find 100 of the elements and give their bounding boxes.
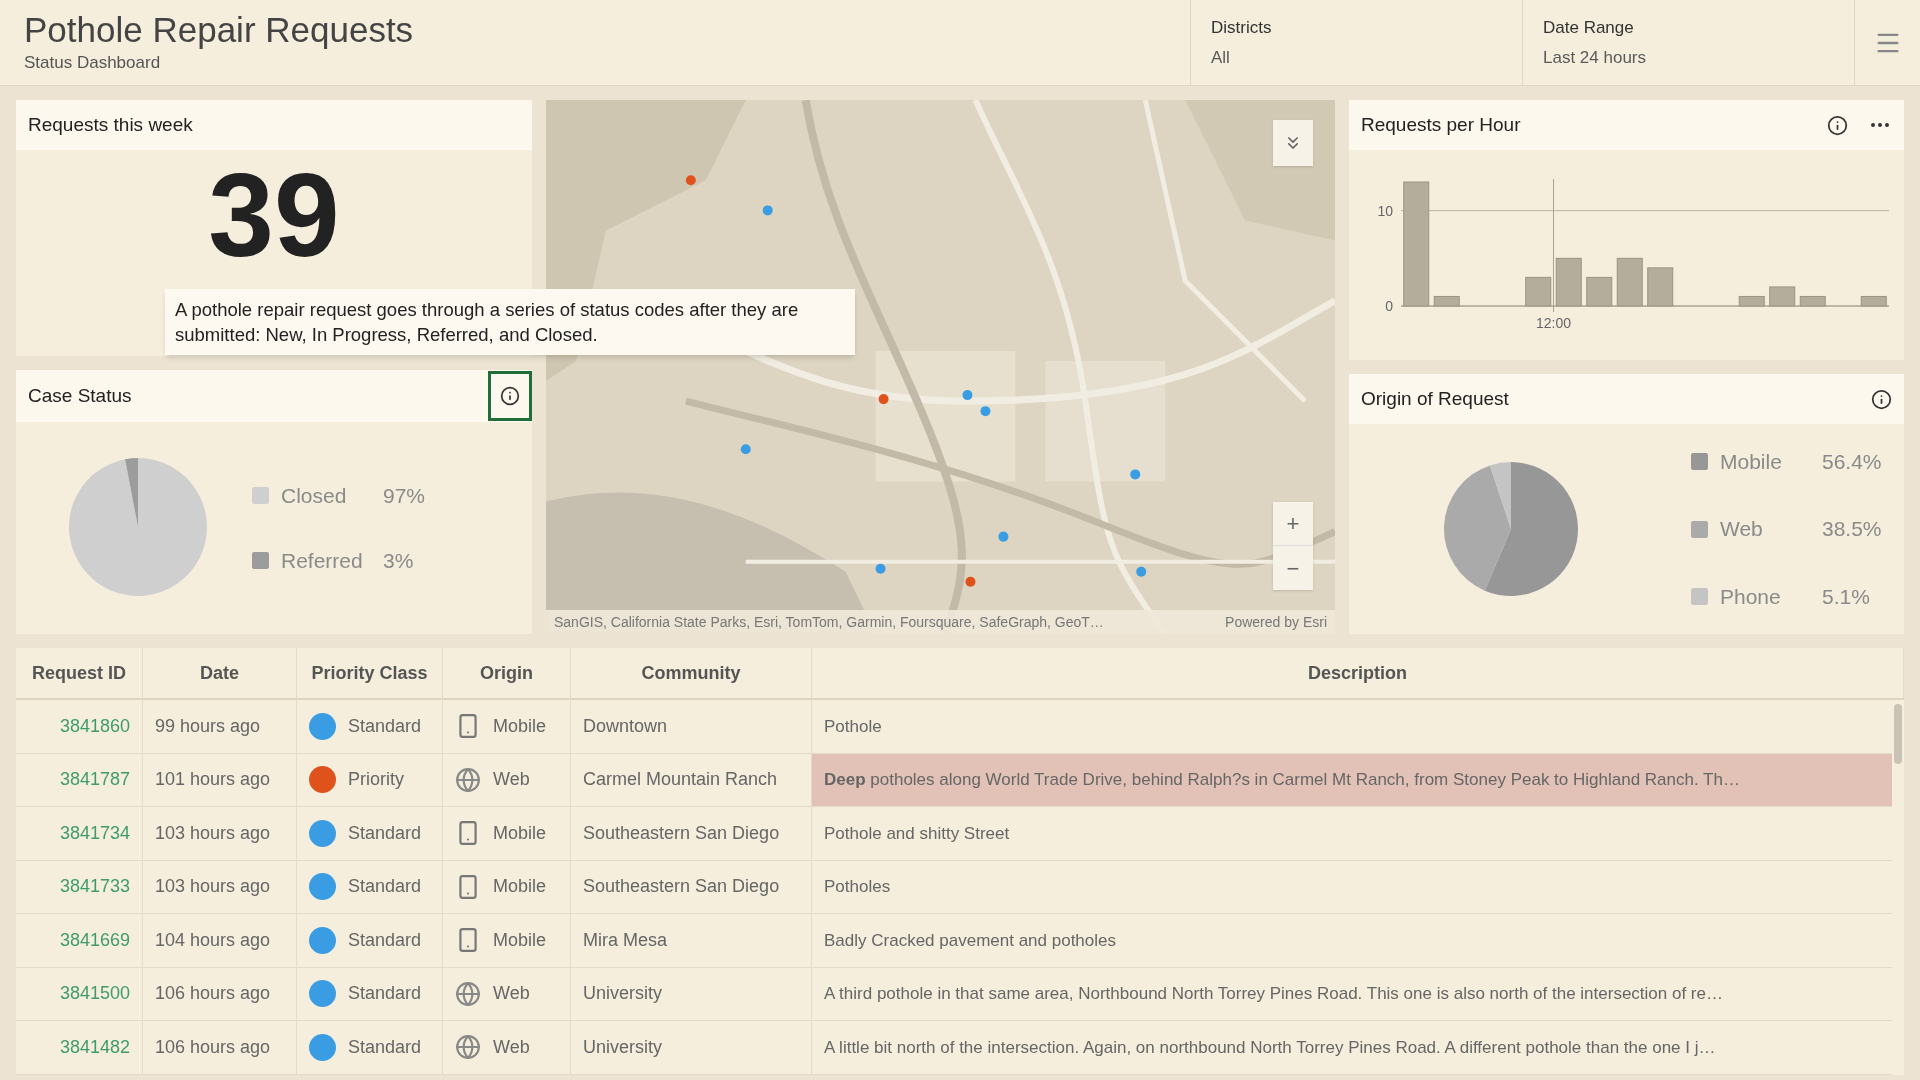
legend-swatch <box>252 552 269 570</box>
table-row[interactable]: 3841734 103 hours ago Standard Mobile Southeastern San Diego Pothole and shitty Street <box>16 807 1892 861</box>
globe-icon <box>455 766 481 793</box>
info-icon[interactable] <box>1827 114 1848 136</box>
card-title: Requests per Hour <box>1361 112 1522 137</box>
card-title: Case Status <box>28 383 133 408</box>
table-cell[interactable]: 3841669 <box>16 914 143 967</box>
table-cell: 106 hours ago <box>143 967 297 1020</box>
card-title: Requests this week <box>28 112 194 137</box>
table-cell-text: Pothole <box>824 715 882 738</box>
column-header[interactable]: Priority Class <box>297 648 443 698</box>
table-row[interactable]: 3841482 106 hours ago Standard Web University A little bit north of the intersection. Again, on northbound North Torrey Pines Road. A different pothole than the one I j… <box>16 1021 1892 1075</box>
table-cell: University <box>571 1021 812 1074</box>
table-cell: Downtown <box>571 700 812 753</box>
legend-label: Closed <box>281 482 348 509</box>
table-cell-text: Standard <box>348 821 422 845</box>
table-row[interactable]: 3841500 106 hours ago Standard Web University A third pothole in that same area, Northbound North Torrey Pines Road. This one is also north of the intersection of re… <box>16 967 1892 1021</box>
table-cell-text: Web <box>493 1035 530 1059</box>
expand-button[interactable] <box>1273 120 1313 166</box>
powered-by-link[interactable]: Powered by Esri <box>1225 611 1327 633</box>
legend-label: Mobile <box>1720 448 1783 475</box>
dashboard-subtitle: Status Dashboard <box>24 51 162 74</box>
table-cell[interactable]: 3841733 <box>16 860 143 913</box>
table-cell-text: Mobile <box>493 875 547 899</box>
column-header[interactable]: Request ID <box>16 648 143 698</box>
chart-bar <box>1738 295 1765 307</box>
chart-bar <box>1525 276 1552 307</box>
table-cell[interactable]: 3841787 <box>16 753 143 806</box>
legend-label: Referred <box>281 548 364 574</box>
table-cell[interactable]: 3841860 <box>16 700 143 753</box>
table-cell-text: Badly Cracked pavement and potholes <box>824 929 1116 952</box>
table-cell-text: Deep potholes along World Trade Drive, behind Ralph?s in Carmel Mt Ranch, from Stoney Peak to Highland Ranch. Th… <box>824 769 1740 791</box>
table-cell: 104 hours ago <box>143 914 297 967</box>
info-icon[interactable] <box>1871 388 1892 410</box>
legend-swatch <box>1691 588 1708 605</box>
chart-bar <box>1769 286 1796 307</box>
legend-swatch <box>252 486 269 504</box>
info-button[interactable] <box>488 371 532 421</box>
axis-tick-label: 10 <box>1377 202 1393 219</box>
table-cell-text: Mobile <box>493 714 547 738</box>
table-cell-text: Mobile <box>493 928 547 952</box>
table-cell[interactable]: 3841734 <box>16 807 143 860</box>
zoom-in-button[interactable]: + <box>1273 502 1313 546</box>
legend-value: 56.4% <box>1822 448 1882 475</box>
tooltip: A pothole repair request goes through a series of status codes after they are submitted: New, In Progress, Referred, and Closed. <box>165 289 855 355</box>
table-cell-text: A little bit north of the intersection. Again, on northbound North Torrey Pines Road. A different pothole than the one I j… <box>824 1036 1716 1059</box>
table-cell-text: Standard <box>348 1035 422 1059</box>
table-cell-text: Standard <box>348 928 422 952</box>
legend-value: 97% <box>383 482 426 509</box>
card-title: Origin of Request <box>1361 386 1510 411</box>
chart-bar <box>1586 276 1613 307</box>
legend-swatch <box>1691 453 1708 470</box>
table-row[interactable]: 3841860 99 hours ago Standard Mobile Downtown Pothole <box>16 700 1892 754</box>
info-icon <box>500 386 520 406</box>
table-row[interactable]: 3841669 104 hours ago Standard Mobile Mira Mesa Badly Cracked pavement and potholes <box>16 914 1892 968</box>
table-row[interactable]: 3841733 103 hours ago Standard Mobile Southeastern San Diego Potholes <box>16 860 1892 914</box>
table-cell[interactable]: 3841500 <box>16 967 143 1020</box>
table-cell-text: Standard <box>348 714 422 738</box>
legend-swatch <box>1691 520 1708 538</box>
column-header[interactable]: Origin <box>443 648 571 698</box>
scrollbar[interactable] <box>1894 704 1902 764</box>
chart-bar <box>1799 295 1826 307</box>
table-cell: 103 hours ago <box>143 807 297 860</box>
legend-value: 3% <box>383 548 414 574</box>
legend-value: 38.5% <box>1822 516 1882 543</box>
table-cell: 103 hours ago <box>143 860 297 913</box>
table-cell-text: Pothole and shitty Street <box>824 822 1010 845</box>
table-cell-text: Mobile <box>493 821 547 845</box>
table-cell-text: Potholes <box>824 876 891 898</box>
table-cell: Mira Mesa <box>571 914 812 967</box>
table-cell-text: A third pothole in that same area, Northbound North Torrey Pines Road. This one is also north of the intersection of re… <box>824 983 1723 1005</box>
map-attribution: SanGIS, California State Parks, Esri, TomTom, Garmin, Foursquare, SafeGraph, GeoT… <box>554 612 1105 632</box>
table-cell: 106 hours ago <box>143 1021 297 1074</box>
table-cell: Southeastern San Diego <box>571 807 812 860</box>
table-cell-text: Web <box>493 982 530 1006</box>
column-header[interactable]: Description <box>812 648 1904 698</box>
table-cell[interactable]: 3841482 <box>16 1021 143 1074</box>
table-cell-text: Standard <box>348 982 422 1006</box>
column-header[interactable]: Date <box>143 648 297 698</box>
zoom-out-button[interactable]: − <box>1273 546 1313 590</box>
chart-bar <box>1860 295 1887 307</box>
filter-selector[interactable]: Date Range Last 24 hours <box>1522 0 1854 85</box>
column-header[interactable]: Community <box>571 648 812 698</box>
filter-selector[interactable]: Districts All <box>1190 0 1522 85</box>
globe-icon <box>455 1034 481 1061</box>
big-number: 39 <box>208 156 340 274</box>
table-cell: 99 hours ago <box>143 700 297 753</box>
table-cell: 101 hours ago <box>143 753 297 806</box>
legend-label: Web <box>1720 516 1764 543</box>
legend-value: 5.1% <box>1822 583 1870 610</box>
chart-bar <box>1555 257 1582 307</box>
table-cell: University <box>571 967 812 1020</box>
chart-bar <box>1647 267 1674 307</box>
chart-bar <box>1616 257 1643 307</box>
table-cell-text: Web <box>493 768 530 792</box>
dashboard-title: Pothole Repair Requests <box>24 9 415 50</box>
table-cell-text: Standard <box>348 875 422 899</box>
table-cell: Southeastern San Diego <box>571 860 812 913</box>
table-cell-text: Priority <box>348 768 404 792</box>
globe-icon <box>455 980 481 1007</box>
